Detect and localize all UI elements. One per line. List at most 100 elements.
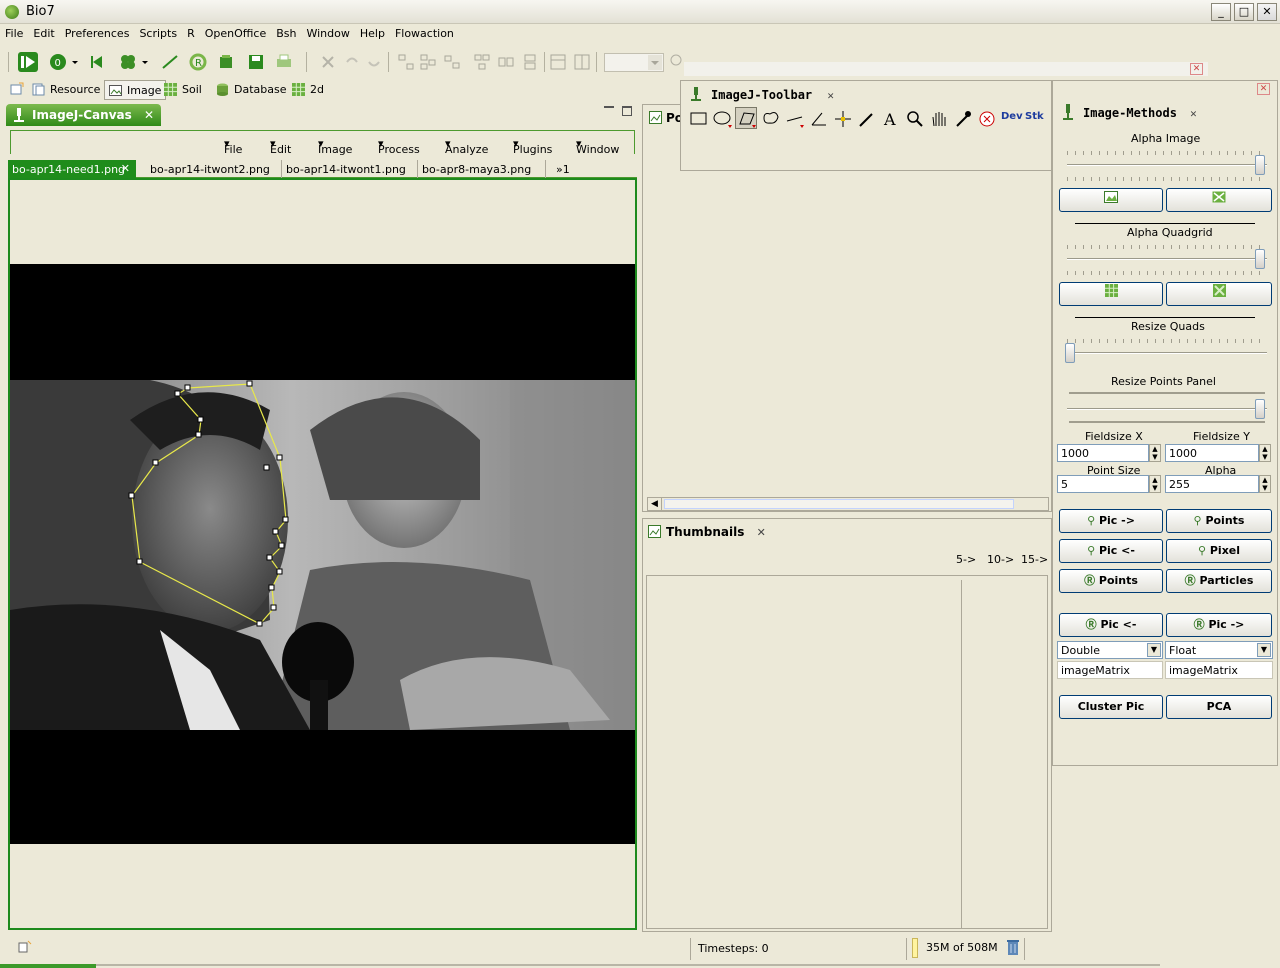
r-icon[interactable]: R bbox=[188, 52, 208, 72]
counter-icon[interactable]: 0 bbox=[48, 52, 68, 72]
r-pic-from-button[interactable]: Ⓡ Pic <- bbox=[1059, 613, 1163, 637]
print-icon[interactable] bbox=[274, 52, 294, 72]
hide-quadgrid-button[interactable] bbox=[1166, 282, 1272, 306]
roi-polygon[interactable] bbox=[10, 380, 635, 730]
menu-openoffice[interactable]: OpenOffice bbox=[200, 25, 272, 40]
layout-grid-icon[interactable] bbox=[472, 52, 492, 72]
stk-tool-button[interactable]: Stk bbox=[1023, 107, 1045, 129]
ij-menu-analyze[interactable]: Analyze ▾ bbox=[445, 137, 488, 156]
pic-from-button[interactable]: ⚲ Pic <- bbox=[1059, 539, 1163, 563]
minimize-view-icon[interactable] bbox=[604, 106, 614, 108]
show-image-button[interactable] bbox=[1059, 188, 1163, 212]
resize-points-slider-thumb[interactable] bbox=[1255, 399, 1265, 419]
type-right-select[interactable]: Float ▼ bbox=[1165, 641, 1273, 659]
scrollbar-thumb[interactable] bbox=[664, 499, 1014, 509]
perspective-soil[interactable]: Soil bbox=[160, 80, 206, 100]
oval-tool-icon[interactable] bbox=[711, 107, 733, 129]
hide-image-button[interactable] bbox=[1166, 188, 1272, 212]
perspective-resource[interactable]: Resource bbox=[28, 80, 104, 100]
chevron-down-icon[interactable]: ▼ bbox=[1257, 643, 1271, 657]
chevron-down-icon[interactable]: ▼ bbox=[1147, 643, 1161, 657]
ij-menu-edit[interactable]: Edit ▾ bbox=[270, 137, 291, 156]
trash-icon[interactable] bbox=[1006, 938, 1020, 956]
menu-help[interactable]: Help bbox=[355, 25, 390, 40]
scroll-left-icon[interactable]: ◀ bbox=[648, 498, 662, 510]
close-thumbnails-tab-icon[interactable]: ✕ bbox=[757, 526, 766, 539]
type-left-select[interactable]: Double ▼ bbox=[1057, 641, 1163, 659]
r-pic-to-button[interactable]: Ⓡ Pic -> bbox=[1166, 613, 1272, 637]
pic-to-button[interactable]: ⚲ Pic -> bbox=[1059, 509, 1163, 533]
menu-bsh[interactable]: Bsh bbox=[271, 25, 301, 40]
points-to-imagej-button[interactable]: ⚲ Points bbox=[1166, 509, 1272, 533]
resize-quads-slider[interactable] bbox=[1067, 352, 1267, 354]
save-icon[interactable] bbox=[246, 52, 266, 72]
clover-dropdown-icon[interactable] bbox=[140, 52, 150, 72]
zoom-combo-arrow-icon[interactable] bbox=[648, 55, 662, 70]
align-columns-icon[interactable] bbox=[572, 52, 592, 72]
matrix-left-input[interactable]: imageMatrix bbox=[1057, 661, 1163, 679]
alpha-quadgrid-slider[interactable] bbox=[1067, 258, 1267, 260]
close-canvas-tab-icon[interactable]: ✕ bbox=[144, 108, 154, 122]
close-ij-toolbar-tab-icon[interactable]: ✕ bbox=[827, 89, 834, 102]
tab-po[interactable]: Po bbox=[646, 108, 683, 128]
show-quadgrid-button[interactable] bbox=[1059, 282, 1163, 306]
close-image-methods-tab-icon[interactable]: ✕ bbox=[1190, 107, 1197, 120]
menu-window[interactable]: Window bbox=[301, 25, 354, 40]
close-image-methods-window-icon[interactable]: ✕ bbox=[1257, 83, 1270, 95]
resize-points-slider[interactable] bbox=[1067, 408, 1267, 410]
clover-icon[interactable] bbox=[118, 52, 138, 72]
resize-quads-slider-thumb[interactable] bbox=[1065, 343, 1075, 363]
tab-thumbnails[interactable]: Thumbnails ✕ bbox=[646, 522, 766, 542]
image-tab-itwont1[interactable]: bo-apr14-itwont1.png bbox=[282, 160, 418, 178]
counter-dropdown-icon[interactable] bbox=[70, 52, 80, 72]
perspective-database[interactable]: Database bbox=[212, 80, 291, 100]
freehand-tool-icon[interactable] bbox=[759, 107, 781, 129]
photo-image[interactable] bbox=[10, 380, 635, 730]
r-points-button[interactable]: Ⓡ Points bbox=[1059, 569, 1163, 593]
ij-menu-plugins[interactable]: Plugins ▾ bbox=[513, 137, 552, 156]
text-tool-icon[interactable]: A bbox=[879, 107, 901, 129]
color-picker-tool-icon[interactable] bbox=[951, 107, 973, 129]
tab-imagej-canvas[interactable]: ImageJ-Canvas ✕ bbox=[6, 104, 161, 126]
ij-menu-image[interactable]: Image ▾ bbox=[318, 137, 352, 156]
thumbnails-area[interactable] bbox=[646, 575, 1048, 929]
close-image-tab-icon[interactable]: ✕ bbox=[121, 162, 130, 175]
thumb-nav-5[interactable]: 5-> bbox=[956, 553, 976, 566]
fieldsize-x-stepper[interactable]: ▲ ▼ bbox=[1149, 444, 1161, 462]
horizontal-scrollbar[interactable]: ◀ bbox=[647, 497, 1049, 511]
point-tool-icon[interactable] bbox=[831, 107, 853, 129]
maximize-view-icon[interactable] bbox=[622, 106, 632, 116]
menu-edit[interactable]: Edit bbox=[28, 25, 59, 40]
layout-vertical-icon[interactable] bbox=[520, 52, 540, 72]
align-top-icon[interactable] bbox=[548, 52, 568, 72]
close-detached-icon[interactable]: ✕ bbox=[1190, 63, 1203, 75]
undo-icon[interactable] bbox=[342, 52, 362, 72]
menu-r[interactable]: R bbox=[182, 25, 200, 40]
layout-tree-icon[interactable] bbox=[396, 52, 416, 72]
menu-preferences[interactable]: Preferences bbox=[60, 25, 135, 40]
ij-menu-file[interactable]: File ▾ bbox=[224, 137, 242, 156]
plot-icon[interactable] bbox=[160, 52, 180, 72]
fieldsize-y-stepper[interactable]: ▲ ▼ bbox=[1259, 444, 1271, 462]
ij-menu-window[interactable]: Window ▾ bbox=[576, 137, 619, 156]
wand-tool-icon[interactable] bbox=[855, 107, 877, 129]
menu-scripts[interactable]: Scripts bbox=[134, 25, 182, 40]
image-tab-need1[interactable]: bo-apr14-need1.png ✕ bbox=[8, 160, 136, 178]
particles-button[interactable]: Ⓡ Particles bbox=[1166, 569, 1272, 593]
zoom-combo[interactable] bbox=[604, 53, 664, 72]
magnifier-tool-icon[interactable] bbox=[903, 107, 925, 129]
line-tool-icon[interactable] bbox=[783, 107, 805, 129]
pixel-button[interactable]: ⚲ Pixel bbox=[1166, 539, 1272, 563]
layout-align-icon[interactable] bbox=[442, 52, 462, 72]
minimize-button[interactable]: _ bbox=[1211, 3, 1231, 21]
pca-button[interactable]: PCA bbox=[1166, 695, 1272, 719]
fieldsize-y-input[interactable]: 1000 bbox=[1165, 444, 1259, 462]
alpha-input[interactable]: 255 bbox=[1165, 475, 1259, 493]
dev-tool-button[interactable]: Dev bbox=[999, 107, 1023, 129]
polygon-tool-icon[interactable] bbox=[735, 107, 757, 129]
rectangle-tool-icon[interactable] bbox=[687, 107, 709, 129]
open-perspective-icon[interactable] bbox=[10, 82, 24, 96]
maximize-button[interactable]: □ bbox=[1234, 3, 1254, 21]
reset-icon[interactable] bbox=[88, 52, 108, 72]
matrix-right-input[interactable]: imageMatrix bbox=[1165, 661, 1273, 679]
